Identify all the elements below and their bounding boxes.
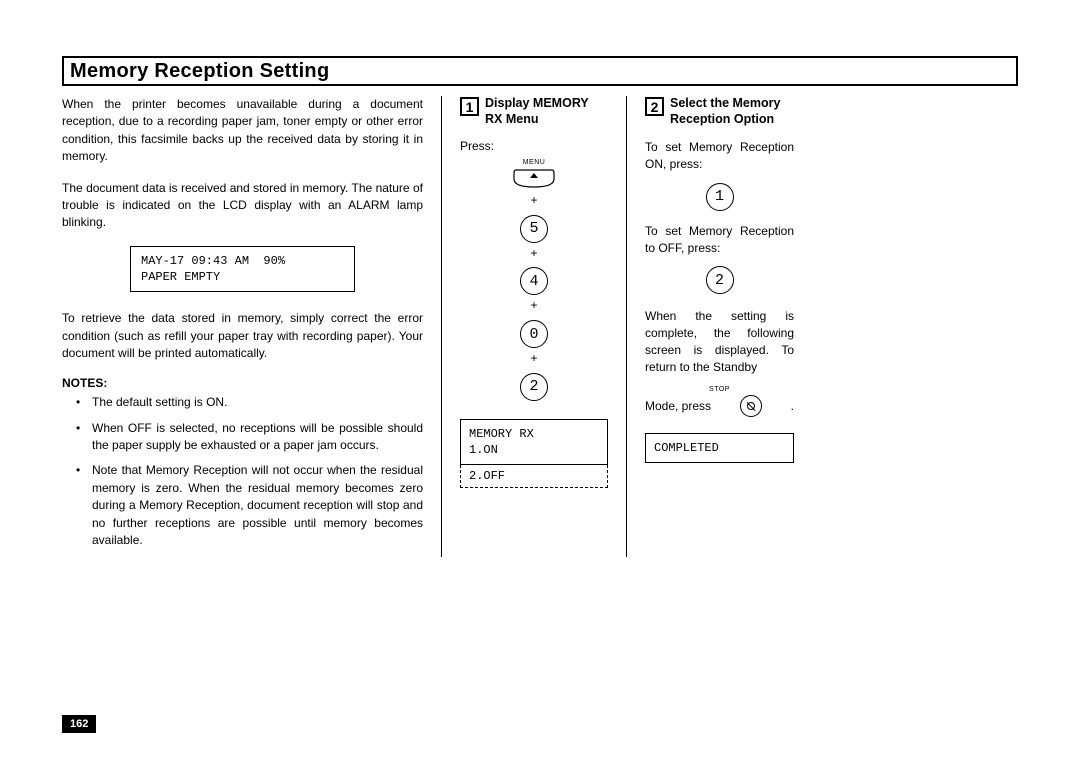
plus-separator: + — [460, 298, 608, 314]
text-set-off: To set Memory Reception to OFF, press: — [645, 223, 794, 257]
manual-page: Memory Reception Setting When the printe… — [0, 0, 1080, 763]
section-title-bar: Memory Reception Setting — [62, 56, 1018, 86]
plus-separator: + — [460, 351, 608, 367]
plus-separator: + — [460, 246, 608, 262]
notes-list: The default setting is ON. When OFF is s… — [62, 394, 423, 549]
menu-button-icon — [512, 167, 556, 189]
step-2-header: 2 Select the Memory Reception Option — [645, 96, 794, 127]
note-item: When OFF is selected, no receptions will… — [76, 420, 423, 455]
step-number-box: 2 — [645, 97, 664, 116]
note-item: Note that Memory Reception will not occu… — [76, 462, 423, 549]
step-1-title: Display MEMORY RX Menu — [485, 96, 608, 127]
lcd-memory-rx: MEMORY RX 1.ON — [460, 419, 608, 465]
page-number: 162 — [62, 715, 96, 733]
keypad-2-icon: 2 — [706, 266, 734, 294]
stop-key-label: STOP — [645, 386, 794, 393]
keypad-0-icon: 0 — [520, 320, 548, 348]
stop-button-icon — [740, 395, 762, 417]
intro-para-3: To retrieve the data stored in memory, s… — [62, 310, 423, 362]
notes-heading: NOTES: — [62, 376, 423, 390]
keypad-4-icon: 4 — [520, 267, 548, 295]
plus-separator: + — [460, 193, 608, 209]
note-item: The default setting is ON. — [76, 394, 423, 411]
column-step-1: 1 Display MEMORY RX Menu Press: MENU + 5… — [442, 96, 627, 557]
content-columns: When the printer becomes unavailable dur… — [62, 96, 1018, 557]
lcd-memory-rx-off: 2.OFF — [460, 465, 608, 488]
section-title: Memory Reception Setting — [64, 58, 1016, 84]
keypad-2-icon: 2 — [520, 373, 548, 401]
lcd-status-display: MAY-17 09:43 AM 90% PAPER EMPTY — [130, 246, 355, 292]
keypad-1-icon: 1 — [706, 183, 734, 211]
mode-press-pre: Mode, press — [645, 399, 711, 413]
step-number-box: 1 — [460, 97, 479, 116]
intro-para-1: When the printer becomes unavailable dur… — [62, 96, 423, 166]
text-complete: When the setting is complete, the follow… — [645, 308, 794, 375]
mode-press-post: . — [791, 399, 794, 413]
lcd-completed: COMPLETED — [645, 433, 794, 463]
step-1-header: 1 Display MEMORY RX Menu — [460, 96, 608, 127]
keypad-5-icon: 5 — [520, 215, 548, 243]
mode-press-line: Mode, press . — [645, 395, 794, 417]
text-set-on: To set Memory Reception ON, press: — [645, 139, 794, 173]
press-label: Press: — [460, 139, 608, 153]
intro-para-2: The document data is received and stored… — [62, 180, 423, 232]
menu-key-label: MENU — [460, 159, 608, 166]
step-2-title: Select the Memory Reception Option — [670, 96, 794, 127]
column-step-2: 2 Select the Memory Reception Option To … — [627, 96, 812, 557]
column-intro: When the printer becomes unavailable dur… — [62, 96, 442, 557]
